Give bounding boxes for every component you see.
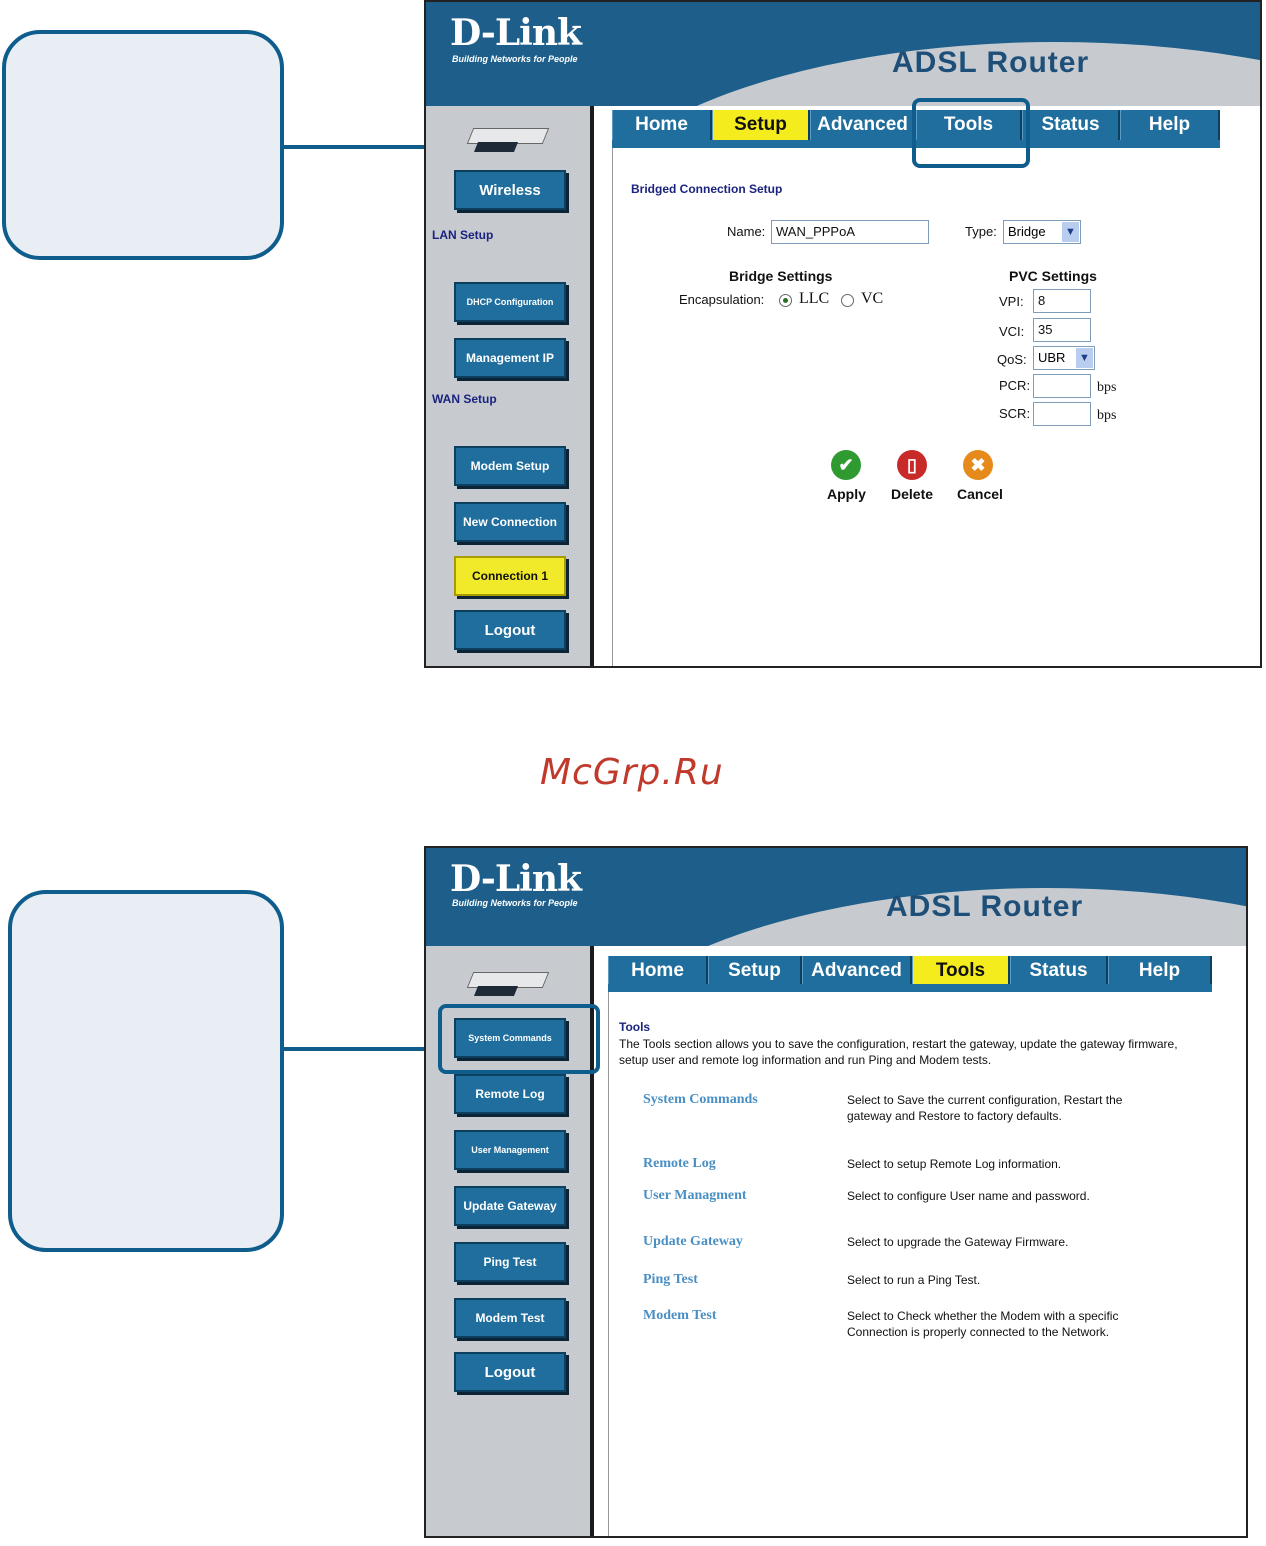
encapsulation-label: Encapsulation:	[679, 292, 765, 307]
tab-setup[interactable]: Setup	[708, 956, 802, 986]
sidebar: Wireless LAN Setup DHCP Configuration Ma…	[426, 106, 594, 666]
content-panel: Tools The Tools section allows you to sa…	[608, 992, 1246, 1536]
system-commands-desc: Select to Save the current configuration…	[847, 1093, 1123, 1123]
user-management-link[interactable]: User Managment	[643, 1188, 747, 1204]
vci-field[interactable]: 35	[1033, 318, 1091, 342]
callout-connector-bottom	[284, 1047, 438, 1051]
callout-box-bottom	[8, 890, 284, 1252]
tools-intro: The Tools section allows you to save the…	[619, 1037, 1178, 1067]
name-field[interactable]: WAN_PPPoA	[771, 220, 929, 244]
product-title: ADSL Router	[886, 890, 1084, 923]
watermark: McGrp.Ru	[540, 752, 724, 793]
dhcp-configuration-button[interactable]: DHCP Configuration	[454, 282, 566, 322]
pcr-field[interactable]	[1033, 374, 1091, 398]
vc-label: VC	[861, 290, 884, 307]
update-gateway-desc: Select to upgrade the Gateway Firmware.	[847, 1235, 1069, 1249]
tab-status[interactable]: Status	[1010, 956, 1108, 986]
tools-tab-highlight	[912, 98, 1030, 168]
modem-test-button[interactable]: Modem Test	[454, 1298, 566, 1338]
cancel-label: Cancel	[957, 486, 1003, 502]
logout-button[interactable]: Logout	[454, 1352, 566, 1392]
tab-help[interactable]: Help	[1120, 110, 1220, 140]
ping-test-button[interactable]: Ping Test	[454, 1242, 566, 1282]
trash-icon: ▯	[897, 450, 927, 480]
logout-button[interactable]: Logout	[454, 610, 566, 650]
name-label: Name:	[727, 224, 766, 239]
cancel-x-icon: ✖	[963, 450, 993, 480]
header-banner: D-Link Building Networks for People ADSL…	[426, 2, 1260, 106]
qos-select[interactable]: UBR ▼	[1033, 346, 1095, 370]
tab-tools[interactable]: Tools	[912, 956, 1010, 986]
remote-log-link[interactable]: Remote Log	[643, 1156, 716, 1172]
dlink-logo: D-Link	[450, 12, 582, 54]
llc-label: LLC	[799, 290, 830, 307]
user-management-desc: Select to configure User name and passwo…	[847, 1189, 1090, 1203]
tab-setup[interactable]: Setup	[712, 110, 810, 140]
management-ip-button[interactable]: Management IP	[454, 338, 566, 378]
vpi-field[interactable]: 8	[1033, 289, 1091, 313]
wan-setup-label: WAN Setup	[432, 392, 497, 406]
delete-label: Delete	[891, 486, 934, 502]
tab-home[interactable]: Home	[608, 956, 708, 986]
chevron-down-icon: ▼	[1062, 222, 1079, 242]
lan-setup-label: LAN Setup	[432, 228, 494, 242]
wireless-button[interactable]: Wireless	[454, 170, 566, 210]
chevron-down-icon: ▼	[1076, 348, 1093, 368]
scr-field[interactable]	[1033, 402, 1091, 426]
modem-setup-button[interactable]: Modem Setup	[454, 446, 566, 486]
remote-log-button[interactable]: Remote Log	[454, 1074, 566, 1114]
header-banner: D-Link Building Networks for People ADSL…	[426, 848, 1246, 946]
ping-test-desc: Select to run a Ping Test.	[847, 1273, 981, 1287]
type-select-value: Bridge	[1008, 224, 1046, 239]
modem-test-link[interactable]: Modem Test	[643, 1308, 717, 1324]
qos-label: QoS:	[997, 352, 1027, 367]
vpi-label: VPI:	[999, 294, 1024, 309]
tab-advanced[interactable]: Advanced	[810, 110, 916, 140]
system-commands-link[interactable]: System Commands	[643, 1092, 758, 1108]
system-commands-highlight	[438, 1004, 600, 1074]
bridge-settings-heading: Bridge Settings	[729, 268, 833, 284]
content-panel: Bridged Connection Setup Name: WAN_PPPoA…	[612, 148, 1260, 666]
vc-radio[interactable]	[841, 294, 854, 307]
tab-help[interactable]: Help	[1108, 956, 1212, 986]
dlink-tagline: Building Networks for People	[452, 898, 578, 908]
vci-label: VCI:	[999, 324, 1025, 339]
remote-log-desc: Select to setup Remote Log information.	[847, 1157, 1062, 1171]
callout-box-top	[2, 30, 284, 260]
qos-select-value: UBR	[1038, 350, 1066, 365]
llc-radio[interactable]	[779, 294, 792, 307]
dlink-tagline: Building Networks for People	[452, 54, 578, 64]
type-label: Type:	[965, 224, 997, 239]
ping-test-link[interactable]: Ping Test	[643, 1272, 698, 1288]
tab-advanced[interactable]: Advanced	[802, 956, 912, 986]
pcr-unit: bps	[1097, 380, 1117, 395]
scr-label: SCR:	[999, 406, 1031, 421]
scr-unit: bps	[1097, 408, 1117, 423]
section-title: Bridged Connection Setup	[631, 182, 783, 196]
product-title: ADSL Router	[892, 46, 1090, 79]
apply-label: Apply	[827, 486, 866, 502]
connection-1-button[interactable]: Connection 1	[454, 556, 566, 596]
new-connection-button[interactable]: New Connection	[454, 502, 566, 542]
type-select[interactable]: Bridge ▼	[1003, 220, 1081, 244]
user-management-button[interactable]: User Management	[454, 1130, 566, 1170]
update-gateway-button[interactable]: Update Gateway	[454, 1186, 566, 1226]
router-screenshot-setup: D-Link Building Networks for People ADSL…	[424, 0, 1262, 668]
update-gateway-link[interactable]: Update Gateway	[643, 1234, 743, 1250]
tab-home[interactable]: Home	[612, 110, 712, 140]
tab-underline	[608, 984, 1212, 992]
main-tabs: Home Setup Advanced Tools Status Help	[608, 956, 1212, 986]
router-icon	[466, 964, 550, 998]
tools-title: Tools	[619, 1020, 651, 1034]
router-icon	[466, 120, 550, 154]
tab-status[interactable]: Status	[1022, 110, 1120, 140]
pcr-label: PCR:	[999, 378, 1031, 393]
checkmark-icon: ✔	[831, 450, 861, 480]
pvc-settings-heading: PVC Settings	[1009, 268, 1097, 284]
router-screenshot-tools: D-Link Building Networks for People ADSL…	[424, 846, 1248, 1538]
dlink-logo: D-Link	[450, 858, 582, 900]
modem-test-desc: Select to Check whether the Modem with a…	[847, 1309, 1119, 1339]
